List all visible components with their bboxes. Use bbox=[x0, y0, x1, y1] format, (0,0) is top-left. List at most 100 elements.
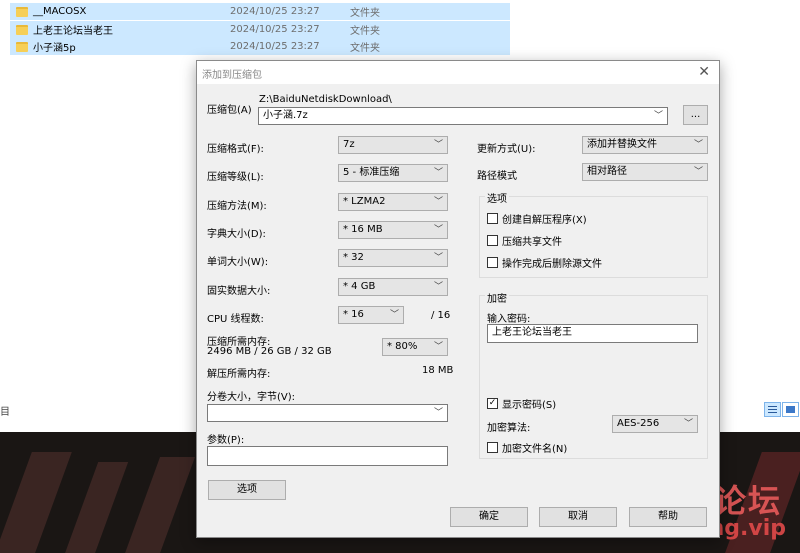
compress-memory-value: 2496 MB / 26 GB / 32 GB bbox=[207, 346, 332, 357]
chevron-down-icon: ﹀ bbox=[433, 168, 443, 178]
file-row[interactable]: 上老王论坛当老王 2024/10/25 23:27 文件夹 bbox=[10, 21, 510, 38]
solid-block-size-select[interactable]: * 4 GB ﹀ bbox=[338, 278, 448, 296]
solid-block-size-value: * 4 GB bbox=[343, 281, 376, 292]
cpu-threads-total: / 16 bbox=[431, 310, 451, 321]
solid-block-size-label: 固实数据大小: bbox=[207, 286, 271, 297]
chevron-down-icon: ﹀ bbox=[433, 225, 443, 235]
path-mode-label: 路径模式 bbox=[477, 171, 517, 182]
memory-percent-value: * 80% bbox=[387, 341, 418, 352]
show-password-label: 显示密码(S) bbox=[502, 400, 557, 411]
compress-shared-label: 压缩共享文件 bbox=[502, 237, 562, 248]
dictionary-size-value: * 16 MB bbox=[343, 224, 383, 235]
decompress-memory-value: 18 MB bbox=[422, 365, 454, 376]
dialog-titlebar: 添加到压缩包 ✕ bbox=[197, 61, 719, 84]
archive-name-input[interactable]: 小子涵.7z ﹀ bbox=[258, 107, 668, 125]
details-view-button[interactable] bbox=[764, 402, 781, 417]
word-size-select[interactable]: * 32 ﹀ bbox=[338, 249, 448, 267]
options-group-title: 选项 bbox=[485, 190, 509, 205]
status-bar-glyph: 目 bbox=[0, 407, 10, 418]
chevron-down-icon: ﹀ bbox=[433, 408, 443, 418]
split-volume-input[interactable]: ﹀ bbox=[207, 404, 448, 422]
chevron-down-icon: ﹀ bbox=[389, 310, 399, 320]
large-icons-view-button[interactable] bbox=[782, 402, 799, 417]
format-select[interactable]: 7z ﹀ bbox=[338, 136, 448, 154]
chevron-down-icon: ﹀ bbox=[653, 111, 663, 121]
cpu-threads-label: CPU 线程数: bbox=[207, 314, 264, 325]
dialog-title: 添加到压缩包 bbox=[202, 70, 262, 81]
encryption-group-title: 加密 bbox=[485, 290, 509, 305]
parameters-label: 参数(P): bbox=[207, 435, 245, 446]
chevron-down-icon: ﹀ bbox=[693, 140, 703, 150]
file-row[interactable]: __MACOSX 2024/10/25 23:27 文件夹 bbox=[10, 3, 510, 20]
compress-shared-checkbox[interactable]: 压缩共享文件 bbox=[487, 233, 562, 248]
word-size-label: 单词大小(W): bbox=[207, 257, 269, 268]
level-value: 5 - 标准压缩 bbox=[343, 167, 400, 178]
background-decoration bbox=[119, 457, 196, 553]
delete-after-checkbox[interactable]: 操作完成后删除源文件 bbox=[487, 255, 602, 270]
parameters-input[interactable] bbox=[207, 446, 448, 466]
file-date: 2024/10/25 23:27 bbox=[230, 41, 320, 52]
help-button[interactable]: 帮助 bbox=[629, 507, 707, 527]
checkbox-box bbox=[487, 257, 498, 268]
background-decoration bbox=[0, 452, 72, 553]
details-view-icon bbox=[768, 406, 777, 407]
level-label: 压缩等级(L): bbox=[207, 172, 264, 183]
password-label: 输入密码: bbox=[487, 314, 531, 325]
large-icons-view-icon bbox=[786, 406, 795, 413]
password-input[interactable]: 上老王论坛当老王 bbox=[487, 324, 698, 343]
browse-button[interactable]: ... bbox=[683, 105, 708, 125]
cancel-button[interactable]: 取消 bbox=[539, 507, 617, 527]
decompress-memory-label: 解压所需内存: bbox=[207, 369, 271, 380]
encryption-method-select[interactable]: AES-256 ﹀ bbox=[612, 415, 698, 433]
word-size-value: * 32 bbox=[343, 252, 364, 263]
file-type: 文件夹 bbox=[350, 8, 380, 19]
create-sfx-checkbox[interactable]: 创建自解压程序(X) bbox=[487, 211, 587, 226]
chevron-down-icon: ﹀ bbox=[683, 419, 693, 429]
format-value: 7z bbox=[343, 139, 355, 150]
update-mode-label: 更新方式(U): bbox=[477, 144, 536, 155]
encrypt-filenames-checkbox[interactable]: 加密文件名(N) bbox=[487, 440, 567, 455]
encryption-method-label: 加密算法: bbox=[487, 423, 531, 434]
password-value: 上老王论坛当老王 bbox=[492, 327, 572, 338]
encrypt-filenames-label: 加密文件名(N) bbox=[502, 444, 568, 455]
update-mode-select[interactable]: 添加并替换文件 ﹀ bbox=[582, 136, 708, 154]
method-label: 压缩方法(M): bbox=[207, 201, 267, 212]
dictionary-size-select[interactable]: * 16 MB ﹀ bbox=[338, 221, 448, 239]
split-volume-label: 分卷大小，字节(V): bbox=[207, 392, 296, 403]
memory-percent-select[interactable]: * 80% ﹀ bbox=[382, 338, 448, 356]
file-name: 上老王论坛当老王 bbox=[33, 26, 113, 37]
method-value: * LZMA2 bbox=[343, 196, 386, 207]
folder-icon bbox=[16, 6, 28, 17]
level-select[interactable]: 5 - 标准压缩 ﹀ bbox=[338, 164, 448, 182]
background-decoration bbox=[61, 462, 129, 553]
method-select[interactable]: * LZMA2 ﹀ bbox=[338, 193, 448, 211]
file-name: 小子涵5p bbox=[33, 43, 76, 54]
cpu-threads-select[interactable]: * 16 ﹀ bbox=[338, 306, 404, 324]
folder-icon bbox=[16, 41, 28, 52]
file-type: 文件夹 bbox=[350, 26, 380, 37]
checkbox-box bbox=[487, 442, 498, 453]
file-type: 文件夹 bbox=[350, 43, 380, 54]
chevron-down-icon: ﹀ bbox=[433, 140, 443, 150]
ok-button[interactable]: 确定 bbox=[450, 507, 528, 527]
file-row[interactable]: 小子涵5p 2024/10/25 23:27 文件夹 bbox=[10, 38, 510, 55]
path-mode-select[interactable]: 相对路径 ﹀ bbox=[582, 163, 708, 181]
options-button[interactable]: 选项 bbox=[208, 480, 286, 500]
checkbox-box bbox=[487, 235, 498, 246]
chevron-down-icon: ﹀ bbox=[433, 197, 443, 207]
close-icon[interactable]: ✕ bbox=[698, 64, 710, 80]
chevron-down-icon: ﹀ bbox=[433, 282, 443, 292]
encryption-method-value: AES-256 bbox=[617, 418, 660, 429]
delete-after-label: 操作完成后删除源文件 bbox=[502, 259, 602, 270]
file-date: 2024/10/25 23:27 bbox=[230, 6, 320, 17]
checkmark-icon: ✓ bbox=[487, 398, 498, 409]
format-label: 压缩格式(F): bbox=[207, 144, 264, 155]
checkbox-box bbox=[487, 213, 498, 224]
file-name: __MACOSX bbox=[33, 6, 87, 17]
update-mode-value: 添加并替换文件 bbox=[587, 139, 657, 150]
folder-icon bbox=[16, 24, 28, 35]
show-password-checkbox[interactable]: ✓ 显示密码(S) bbox=[487, 396, 556, 411]
add-to-archive-dialog: 添加到压缩包 ✕ 压缩包(A) Z:\BaiduNetdiskDownload\… bbox=[196, 60, 720, 538]
create-sfx-label: 创建自解压程序(X) bbox=[502, 215, 587, 226]
chevron-down-icon: ﹀ bbox=[433, 342, 443, 352]
